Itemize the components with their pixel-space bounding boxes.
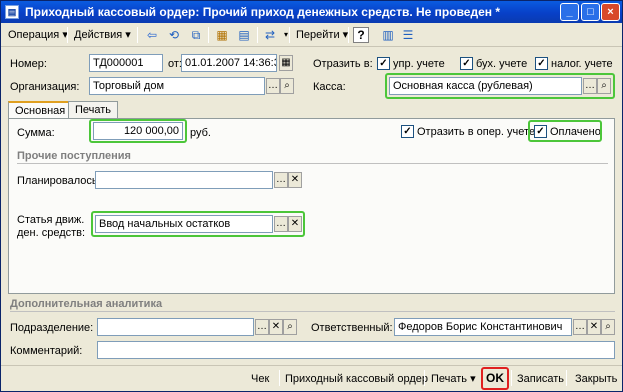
other-income-section: Прочие поступления <box>17 150 131 162</box>
search-icon[interactable]: ⌕ <box>280 78 294 94</box>
comment-label: Комментарий: <box>10 345 83 357</box>
search-icon[interactable]: ⌕ <box>283 319 297 335</box>
planned-label: Планировалось: <box>17 175 101 187</box>
document-icon: ▤ <box>5 5 19 19</box>
reflect-in-label: Отразить в: <box>313 58 373 70</box>
toolbar-separator <box>348 27 349 43</box>
select-button[interactable]: … <box>266 78 280 94</box>
highlight-frame <box>89 119 187 143</box>
buh-label: бух. учете <box>476 58 528 70</box>
receipt-button[interactable]: Чек <box>251 370 269 388</box>
toolbar-separator <box>279 370 280 386</box>
highlight-frame <box>91 211 305 237</box>
comment-field[interactable] <box>97 341 615 359</box>
toolbar-separator <box>566 370 567 386</box>
toolbar-separator <box>511 370 512 386</box>
toolbar-separator <box>289 27 290 43</box>
kassa-label: Касса: <box>313 81 346 93</box>
window-title: Приходный кассовый ордер: Прочий приход … <box>25 5 501 19</box>
organization-field[interactable]: Торговый дом <box>89 77 265 95</box>
upr-checkbox[interactable]: ✓ <box>377 57 390 70</box>
date-label: от: <box>168 58 182 70</box>
date-field[interactable]: 01.01.2007 14:36:32 <box>181 54 277 72</box>
tab-print[interactable]: Печать <box>68 101 119 119</box>
clear-icon[interactable]: ✕ <box>269 319 283 335</box>
toolbar-separator <box>137 27 138 43</box>
copy-icon[interactable]: ⧉ <box>187 26 205 44</box>
oper-checkbox[interactable]: ✓ <box>401 125 414 138</box>
clear-icon[interactable]: ✕ <box>288 172 302 188</box>
select-button[interactable]: … <box>255 319 269 335</box>
organization-label: Организация: <box>10 81 80 93</box>
department-field[interactable] <box>97 318 254 336</box>
back-arrow-icon[interactable]: ⇦ <box>143 26 161 44</box>
help-button[interactable]: ? <box>353 27 369 43</box>
highlight-frame <box>481 367 509 390</box>
bottom-bar: Чек Приходный кассовый ордер Печать ▾ OK… <box>1 365 622 391</box>
highlight-frame <box>528 120 602 142</box>
list-settings-icon[interactable]: ☰ <box>399 26 417 44</box>
operation-menu[interactable]: Операция ▾ <box>5 26 71 44</box>
additional-analytics-section: Дополнительная аналитика <box>10 298 163 310</box>
save-button[interactable]: Записать <box>517 370 564 388</box>
number-label: Номер: <box>10 58 47 70</box>
highlight-frame <box>385 73 615 99</box>
close-button[interactable]: Закрыть <box>575 370 617 388</box>
oper-label: Отразить в опер. учете <box>417 126 536 138</box>
buh-checkbox[interactable]: ✓ <box>460 57 473 70</box>
responsible-field[interactable]: Федоров Борис Константинович <box>394 318 572 336</box>
calendar-icon[interactable]: ▦ <box>279 55 293 71</box>
article-label-line2: ден. средств: <box>17 227 86 239</box>
department-label: Подразделение: <box>10 322 94 334</box>
upr-label: упр. учете <box>393 58 445 70</box>
pko-print-button[interactable]: Приходный кассовый ордер <box>285 370 428 388</box>
close-window-button[interactable]: × <box>601 3 620 21</box>
toolbar-separator <box>257 27 258 43</box>
post-document-icon[interactable]: ▦ <box>213 26 231 44</box>
currency-label: руб. <box>190 127 211 139</box>
maximize-button[interactable]: □ <box>581 3 600 21</box>
minimize-button[interactable]: _ <box>560 3 579 21</box>
actions-menu[interactable]: Действия ▾ <box>71 26 134 44</box>
select-button[interactable]: … <box>274 172 288 188</box>
toolbar-separator <box>67 27 68 43</box>
select-button[interactable]: … <box>573 319 587 335</box>
refresh-icon[interactable]: ⟲ <box>165 26 183 44</box>
responsible-label: Ответственный: <box>311 322 393 334</box>
nalog-checkbox[interactable]: ✓ <box>535 57 548 70</box>
divider <box>10 311 615 312</box>
document-window: ▤ Приходный кассовый ордер: Прочий прихо… <box>0 0 623 392</box>
toolbar-separator <box>208 27 209 43</box>
toolbar-separator <box>424 370 425 386</box>
print-menu[interactable]: Печать ▾ <box>431 370 476 388</box>
toolbar: Операция ▾ Действия ▾ ⇦ ⟲ ⧉ ▦ ▤ ⇄ ▾ Пере… <box>1 23 622 47</box>
planned-field[interactable] <box>95 171 273 189</box>
unpost-document-icon[interactable]: ▤ <box>235 26 253 44</box>
table-icon[interactable]: ▥ <box>379 26 397 44</box>
nalog-label: налог. учете <box>551 58 613 70</box>
search-icon[interactable]: ⌕ <box>601 319 615 335</box>
article-label-line1: Статья движ. <box>17 214 85 226</box>
main-tab-panel: Сумма: 120 000,00 руб. ✓ Отразить в опер… <box>8 118 615 294</box>
title-bar: ▤ Приходный кассовый ордер: Прочий прихо… <box>1 1 622 23</box>
clear-icon[interactable]: ✕ <box>587 319 601 335</box>
number-field[interactable]: ТД000001 <box>89 54 163 72</box>
divider <box>17 163 608 164</box>
goto-menu[interactable]: Перейти ▾ <box>293 26 351 44</box>
sum-label: Сумма: <box>17 127 55 139</box>
